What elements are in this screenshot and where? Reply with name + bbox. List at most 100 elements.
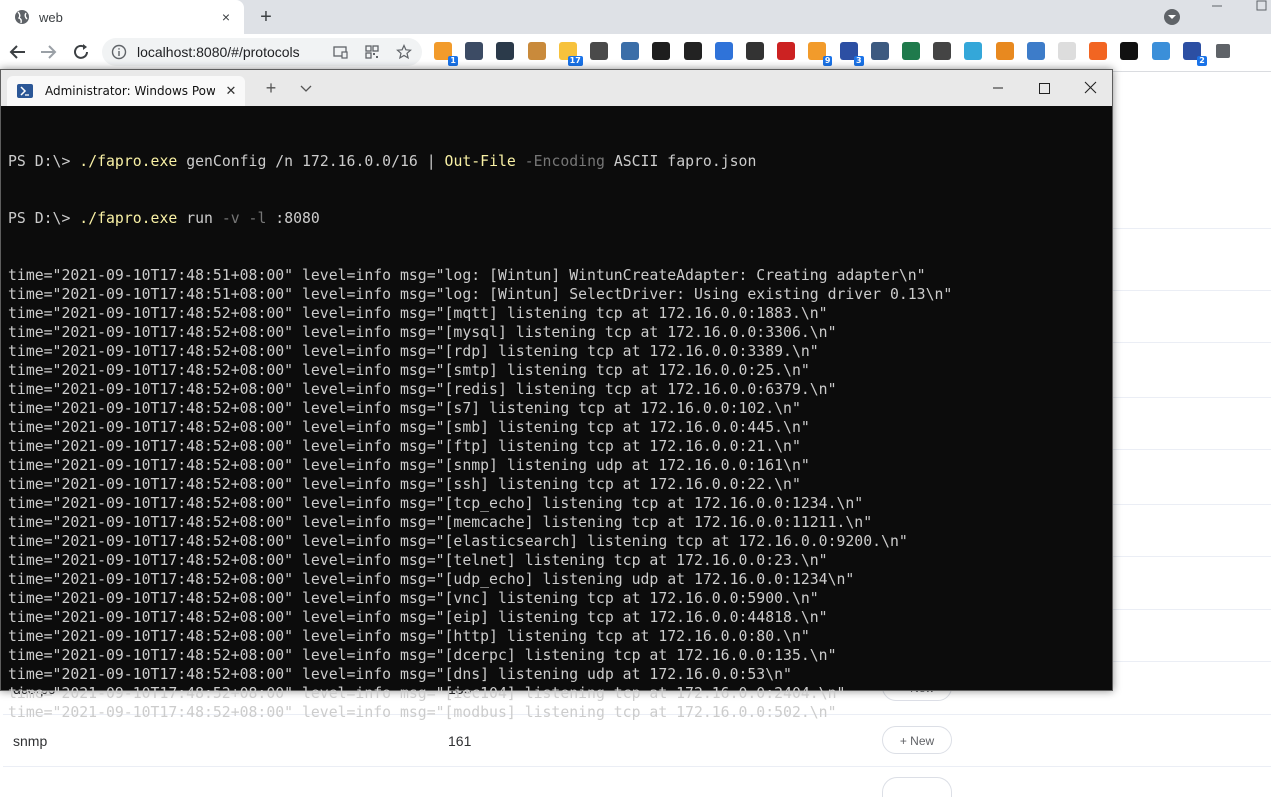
close-icon[interactable]: × <box>216 7 236 27</box>
close-icon[interactable] <box>1067 70 1113 106</box>
command-exe: ./fapro.exe <box>79 153 178 170</box>
log-line: time="2021-09-10T17:48:52+08:00" level=i… <box>8 400 801 417</box>
command-exe: ./fapro.exe <box>79 210 178 227</box>
shield-extension-icon[interactable] <box>902 42 920 60</box>
log-line: time="2021-09-10T17:48:52+08:00" level=i… <box>8 647 837 664</box>
command-param: -v -l <box>221 210 267 227</box>
block-extension-icon[interactable] <box>1120 42 1139 60</box>
log-line: time="2021-09-10T17:48:52+08:00" level=i… <box>8 343 819 360</box>
minimize-icon[interactable] <box>975 70 1021 106</box>
command-args: run <box>177 210 222 227</box>
yellow-extension-icon[interactable]: 17 <box>558 42 583 66</box>
command-cmdlet: Out-File <box>444 153 516 170</box>
cube-extension-icon[interactable]: 3 <box>839 42 864 66</box>
powershell-icon <box>17 84 33 98</box>
translate-extension-icon[interactable]: 2 <box>1182 42 1207 66</box>
terminal-new-tab-button[interactable]: + <box>261 78 281 98</box>
extension-badge: 9 <box>822 56 833 66</box>
log-line: time="2021-09-10T17:48:52+08:00" level=i… <box>8 305 828 322</box>
antenna-extension-icon[interactable] <box>995 42 1014 60</box>
log-line: time="2021-09-10T17:48:52+08:00" level=i… <box>8 514 873 531</box>
browser-tab-title: web <box>39 10 63 25</box>
camera-extension-icon[interactable] <box>621 42 640 60</box>
bookmark-star-icon[interactable] <box>396 44 412 60</box>
log-line: time="2021-09-10T17:48:52+08:00" level=i… <box>8 495 864 512</box>
puzzle-icon[interactable] <box>1216 44 1230 58</box>
forward-arrow-icon[interactable] <box>36 40 60 64</box>
log-line: time="2021-09-10T17:48:52+08:00" level=i… <box>8 666 792 683</box>
cast-icon[interactable] <box>332 44 348 60</box>
grid-extension-icon[interactable] <box>1058 42 1076 60</box>
minimize-icon[interactable] <box>1205 0 1229 34</box>
v-extension-icon[interactable] <box>870 42 889 60</box>
log-line: time="2021-09-10T17:48:52+08:00" level=i… <box>8 628 810 645</box>
extension-badge: 1 <box>448 56 458 66</box>
log-line: time="2021-09-10T17:48:52+08:00" level=i… <box>8 571 855 588</box>
tab-search-icon[interactable] <box>1163 8 1181 26</box>
log-line: time="2021-09-10T17:48:52+08:00" level=i… <box>8 438 801 455</box>
checkbox-extension-icon[interactable] <box>777 42 796 60</box>
log-line: time="2021-09-10T17:48:52+08:00" level=i… <box>8 704 837 721</box>
powershell-window[interactable]: Administrator: Windows PowerShell ✕ + PS… <box>0 69 1113 721</box>
prompt: PS D:\> <box>8 153 80 170</box>
ring-extension-icon[interactable] <box>1151 42 1170 60</box>
back-arrow-icon[interactable] <box>6 40 30 64</box>
browser-tab-web[interactable]: web × <box>0 0 244 34</box>
terminal-tab-title: Administrator: Windows PowerShell <box>45 84 215 98</box>
chevron-down-icon[interactable] <box>296 78 316 98</box>
log-line: time="2021-09-10T17:48:52+08:00" level=i… <box>8 381 837 398</box>
reload-icon[interactable] <box>69 40 93 64</box>
prompt: PS D:\> <box>8 210 80 227</box>
orange-extension-icon[interactable]: 1 <box>434 42 458 66</box>
log-line: time="2021-09-10T17:48:52+08:00" level=i… <box>8 324 837 341</box>
command-line: PS D:\> ./fapro.exe genConfig /n 172.16.… <box>8 152 1108 171</box>
shoe-extension-icon[interactable] <box>590 42 608 60</box>
terminal-output[interactable]: PS D:\> ./fapro.exe genConfig /n 172.16.… <box>8 114 1108 760</box>
log-line: time="2021-09-10T17:48:52+08:00" level=i… <box>8 552 828 569</box>
command-rest: :8080 <box>266 210 320 227</box>
log-output: time="2021-09-10T17:48:51+08:00" level=i… <box>8 266 1108 722</box>
address-bar[interactable]: localhost:8080/#/protocols <box>102 38 422 66</box>
maximize-icon[interactable] <box>1252 0 1271 34</box>
terminal-tab[interactable]: Administrator: Windows PowerShell ✕ <box>7 76 245 106</box>
command-line: PS D:\> ./fapro.exe run -v -l :8080 <box>8 209 1108 228</box>
new-tab-button[interactable]: + <box>254 5 278 29</box>
extension-badge: 17 <box>567 56 583 66</box>
command-param: -Encoding <box>515 153 605 170</box>
cookie-extension-icon[interactable] <box>527 42 546 60</box>
extension-badge: 3 <box>854 56 864 66</box>
url-text[interactable]: localhost:8080/#/protocols <box>137 44 300 60</box>
log-line: time="2021-09-10T17:48:51+08:00" level=i… <box>8 267 926 284</box>
browser-toolbar: localhost:8080/#/protocols 1 17 9 3 2 <box>0 34 1271 72</box>
gear-extension-icon[interactable] <box>1026 42 1045 60</box>
new-button[interactable] <box>882 777 952 797</box>
log-line: time="2021-09-10T17:48:52+08:00" level=i… <box>8 533 908 550</box>
qr-code-icon[interactable] <box>364 44 380 60</box>
command-rest: ASCII fapro.json <box>604 153 757 170</box>
box-extension-icon[interactable] <box>652 42 671 60</box>
dark-sphere-extension-icon[interactable] <box>465 42 484 60</box>
glasses-extension-icon[interactable] <box>746 42 764 60</box>
command-args: genConfig /n 172.16.0.0/16 | <box>177 153 445 170</box>
maximize-icon[interactable] <box>1021 70 1067 106</box>
globe-icon <box>15 10 29 24</box>
log-line: time="2021-09-10T17:48:52+08:00" level=i… <box>8 685 846 702</box>
info-icon[interactable] <box>111 44 127 60</box>
close-icon[interactable]: ✕ <box>222 82 240 100</box>
music-extension-icon[interactable] <box>714 42 733 60</box>
table-row <box>3 766 1271 797</box>
qr-extension-icon[interactable] <box>933 42 952 60</box>
extension-badge: 2 <box>1197 56 1207 66</box>
log-line: time="2021-09-10T17:48:52+08:00" level=i… <box>8 457 810 474</box>
browser-tabstrip: web × + <box>0 0 1271 34</box>
dots-extension-icon[interactable] <box>496 42 515 60</box>
log-line: time="2021-09-10T17:48:51+08:00" level=i… <box>8 286 953 303</box>
log-line: time="2021-09-10T17:48:52+08:00" level=i… <box>8 609 828 626</box>
rss-extension-icon[interactable]: 9 <box>808 42 833 66</box>
log-line: time="2021-09-10T17:48:52+08:00" level=i… <box>8 476 801 493</box>
alert-extension-icon[interactable] <box>1089 42 1108 60</box>
terminal-titlebar[interactable]: Administrator: Windows PowerShell ✕ + <box>1 70 1112 106</box>
log-line: time="2021-09-10T17:48:52+08:00" level=i… <box>8 362 810 379</box>
video-extension-icon[interactable] <box>964 42 983 60</box>
check-extension-icon[interactable] <box>683 42 702 60</box>
